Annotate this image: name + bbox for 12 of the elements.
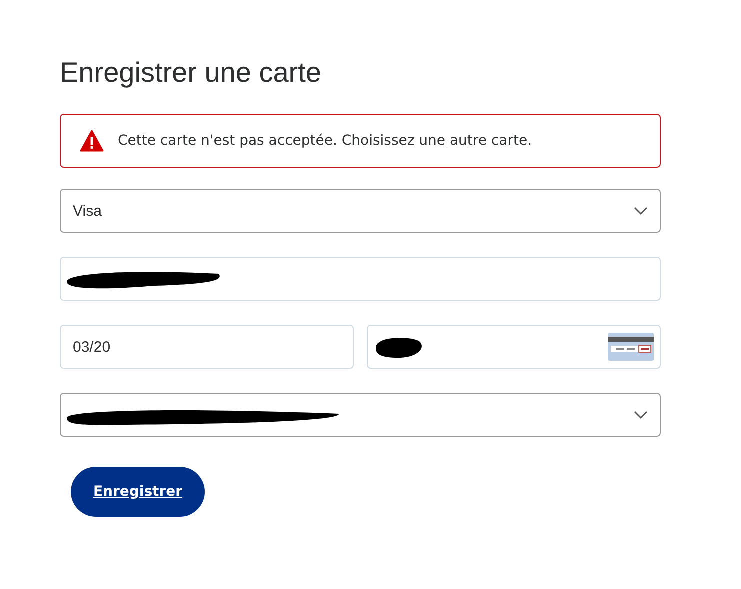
select-field[interactable] [60, 393, 661, 437]
card-back-icon [608, 333, 654, 361]
select-field[interactable]: Visa [60, 189, 661, 233]
input-field[interactable]: 03/20 [60, 325, 354, 369]
save-button[interactable]: Enregistrer [71, 467, 205, 517]
warning-icon [80, 130, 104, 152]
chevron-down-icon [634, 411, 648, 419]
input-field[interactable] [60, 257, 661, 301]
error-message: Cette carte n'est pas acceptée. Choisissez une autre carte. [118, 133, 532, 149]
input-field[interactable] [367, 325, 661, 369]
chevron-down-icon [634, 207, 648, 215]
page-title: Enregistrer une carte [60, 56, 322, 90]
